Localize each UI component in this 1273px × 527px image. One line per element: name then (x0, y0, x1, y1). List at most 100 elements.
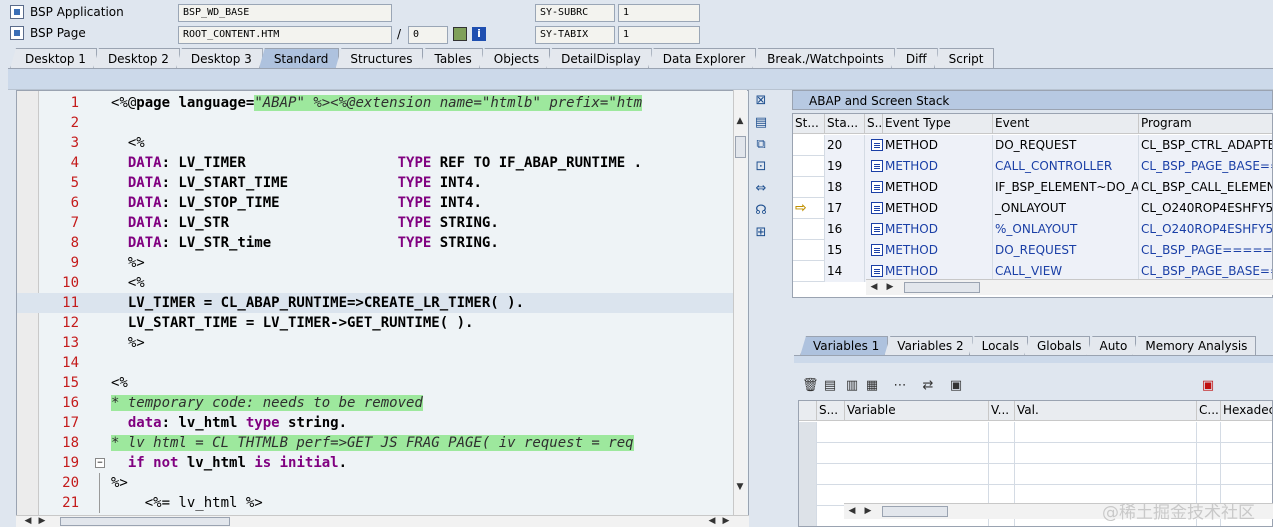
stack-column-header[interactable]: Event Type (883, 114, 993, 134)
scroll-left-arrow-icon-2[interactable]: ◀ (706, 516, 718, 526)
tab-desktop-3[interactable]: Desktop 3 (175, 48, 263, 69)
variable-cell[interactable] (1197, 422, 1221, 443)
stack-program-cell[interactable]: CL_BSP_PAGE_BASE== (1139, 156, 1272, 177)
bsp-application-field[interactable]: BSP_WD_BASE (178, 4, 392, 22)
hierarchy-icon[interactable]: ⋯ (892, 378, 908, 394)
info-icon[interactable]: i (472, 27, 486, 41)
variable-cell[interactable] (845, 422, 989, 443)
variables-column-header[interactable]: V... (989, 401, 1015, 421)
var-tab-memory-analysis[interactable]: Memory Analysis (1132, 336, 1257, 356)
variable-cell[interactable] (989, 464, 1015, 485)
variable-cell[interactable] (1221, 464, 1272, 485)
stack-row[interactable]: ⇨ 17 METHOD _ONLAYOUT CL_O240ROP4ESHFY5YL (793, 198, 1272, 219)
display-source-icon[interactable] (453, 27, 467, 41)
variables-column-header[interactable]: Val. (1015, 401, 1197, 421)
structure-icon[interactable]: ⊞ (753, 225, 769, 241)
folder-icon[interactable]: ▣ (948, 378, 964, 394)
stack-program-cell[interactable]: CL_BSP_CALL_ELEMENT (1139, 177, 1272, 198)
stack-scroll-right-icon[interactable]: ▶ (884, 282, 896, 292)
stack-column-header[interactable]: Event (993, 114, 1139, 134)
variables-column-header[interactable]: C... (1197, 401, 1221, 421)
stack-hscroll-thumb[interactable] (904, 282, 980, 293)
move-icon[interactable]: ⇄ (920, 378, 936, 394)
stack-program-cell[interactable]: CL_O240ROP4ESHFY5YL (1139, 219, 1272, 240)
sy-tabix-value[interactable]: 1 (618, 26, 700, 44)
stack-event-cell[interactable]: _ONLAYOUT (993, 198, 1139, 219)
close-icon[interactable]: ⊠ (753, 93, 769, 109)
tab-detaildisplay[interactable]: DetailDisplay (546, 48, 652, 69)
variable-cell[interactable] (1197, 443, 1221, 464)
tab-diff[interactable]: Diff (890, 48, 938, 69)
var-tab-globals[interactable]: Globals (1023, 336, 1091, 356)
new-icon[interactable]: ▤ (753, 115, 769, 131)
stack-event-cell[interactable]: %_ONLAYOUT (993, 219, 1139, 240)
stack-event-cell[interactable]: IF_BSP_ELEMENT~DO_A... (993, 177, 1139, 198)
stack-column-header[interactable]: S... (865, 114, 883, 134)
variable-cell[interactable] (1221, 422, 1272, 443)
source-editor[interactable]: 1 <%@page language="ABAP" %><%@extension … (16, 90, 749, 517)
tab-script[interactable]: Script (933, 48, 995, 69)
details-icon[interactable]: ▥ (844, 378, 860, 394)
resize-icon[interactable]: ⇔ (753, 181, 769, 197)
row-selector[interactable] (799, 485, 817, 506)
variable-row[interactable] (799, 443, 1272, 464)
row-selector[interactable] (799, 506, 817, 526)
page-number-field[interactable]: 0 (408, 26, 448, 44)
stack-row[interactable]: 20 METHOD DO_REQUEST CL_BSP_CTRL_ADAPTER (793, 135, 1272, 156)
stack-column-header[interactable]: Program (1139, 114, 1272, 134)
editor-vertical-scrollbar[interactable]: ▲ ▼ (733, 90, 747, 517)
tab-break-watchpoints[interactable]: Break./Watchpoints (752, 48, 895, 69)
stack-column-header[interactable]: St... (793, 114, 825, 134)
editor-horizontal-scrollbar[interactable]: ◀ ▶ ◀ ▶ (16, 515, 749, 527)
tab-desktop-2[interactable]: Desktop 2 (92, 48, 180, 69)
variable-cell[interactable] (1197, 464, 1221, 485)
stack-program-cell[interactable]: CL_O240ROP4ESHFY5YL (1139, 198, 1272, 219)
variable-cell[interactable] (989, 443, 1015, 464)
editor-hscroll-thumb[interactable] (60, 517, 230, 526)
stack-event-cell[interactable]: CALL_CONTROLLER (993, 156, 1139, 177)
copy-icon[interactable]: ⧉ (753, 137, 769, 153)
variable-row[interactable] (799, 422, 1272, 443)
tab-tables[interactable]: Tables (419, 48, 483, 69)
var-tab-variables-1[interactable]: Variables 1 (800, 336, 889, 356)
variable-cell[interactable] (1015, 422, 1197, 443)
stack-event-cell[interactable]: DO_REQUEST (993, 240, 1139, 261)
stack-row[interactable]: 15 METHOD DO_REQUEST CL_BSP_PAGE====== (793, 240, 1272, 261)
variable-cell[interactable] (1015, 443, 1197, 464)
stack-event-cell[interactable]: DO_REQUEST (993, 135, 1139, 156)
stack-row[interactable]: 19 METHOD CALL_CONTROLLER CL_BSP_PAGE_BASE=… (793, 156, 1272, 177)
scroll-down-arrow-icon[interactable]: ▼ (734, 482, 746, 492)
scroll-up-arrow-icon[interactable]: ▲ (734, 116, 746, 126)
variables-column-header[interactable]: Variable (845, 401, 989, 421)
stack-row[interactable]: 16 METHOD %_ONLAYOUT CL_O240ROP4ESHFY5YL (793, 219, 1272, 240)
save-icon[interactable]: ▣ (1200, 378, 1216, 394)
variable-cell[interactable] (1221, 443, 1272, 464)
vars-hscroll-thumb[interactable] (882, 506, 948, 517)
fold-toggle-icon[interactable]: − (95, 458, 105, 468)
stack-program-cell[interactable]: CL_BSP_PAGE====== (1139, 240, 1272, 261)
variable-cell[interactable] (989, 422, 1015, 443)
variable-cell[interactable] (845, 443, 989, 464)
stack-program-cell[interactable]: CL_BSP_CTRL_ADAPTER (1139, 135, 1272, 156)
variable-cell[interactable] (845, 464, 989, 485)
stack-scroll-left-icon[interactable]: ◀ (868, 282, 880, 292)
editor-vscroll-thumb[interactable] (735, 136, 746, 158)
variables-column-header[interactable]: Hexadeci (1221, 401, 1272, 421)
vars-scroll-left-icon[interactable]: ◀ (846, 506, 858, 516)
row-selector[interactable] (799, 464, 817, 485)
variables-column-header[interactable]: S... (817, 401, 845, 421)
row-selector[interactable] (799, 443, 817, 464)
var-tab-locals[interactable]: Locals (968, 336, 1028, 356)
scroll-left-arrow-icon[interactable]: ◀ (22, 516, 34, 526)
stack-row[interactable]: 18 METHOD IF_BSP_ELEMENT~DO_A... CL_BSP_CAL… (793, 177, 1272, 198)
tab-structures[interactable]: Structures (335, 48, 424, 69)
bsp-page-field[interactable]: ROOT_CONTENT.HTM (178, 26, 392, 44)
list-icon[interactable]: ▤ (822, 378, 838, 394)
delete-icon[interactable]: 🗑 (802, 378, 819, 394)
stack-column-header[interactable]: Sta... (825, 114, 865, 134)
tab-objects[interactable]: Objects (478, 48, 551, 69)
tab-desktop-1[interactable]: Desktop 1 (10, 48, 97, 69)
row-selector[interactable] (799, 422, 817, 443)
stack-table[interactable]: St...Sta...S...Event TypeEventProgram 20 M… (792, 113, 1273, 298)
headset-icon[interactable]: ☊ (753, 203, 769, 219)
